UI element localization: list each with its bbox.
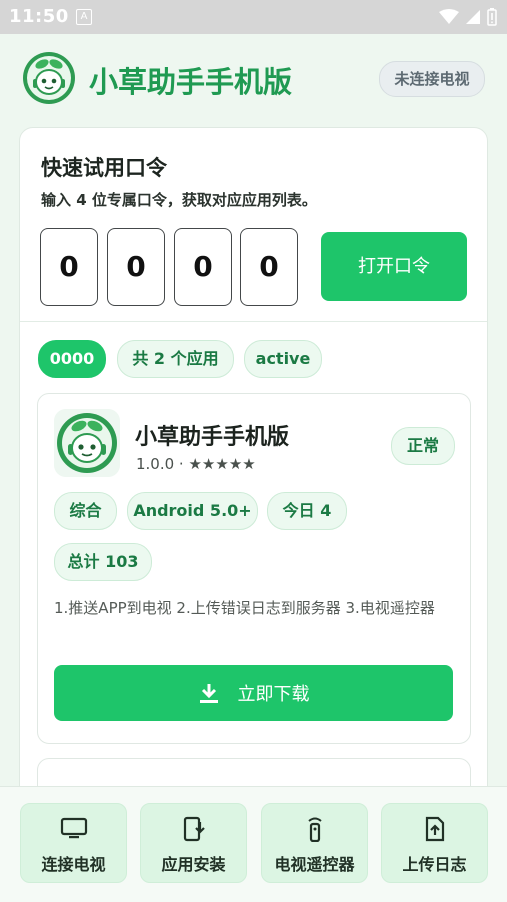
download-icon — [199, 684, 218, 703]
tv-icon — [60, 817, 87, 839]
app-count-chip: 共 2 个应用 — [117, 340, 234, 378]
battery-icon — [487, 8, 497, 26]
download-label: 立即下载 — [237, 684, 310, 705]
nav-label: 连接电视 — [41, 855, 106, 874]
total-count-tag: 总计 103 — [54, 543, 152, 581]
category-tag: 综合 — [54, 492, 117, 530]
android-version-tag: Android 5.0+ — [127, 492, 258, 530]
code-digit-2[interactable]: 0 — [107, 228, 165, 306]
signal-icon — [466, 10, 480, 24]
app-description: 1.推送APP到电视 2.上传错误日志到服务器 3.电视遥控器 — [54, 599, 435, 617]
notification-icon: A — [76, 9, 92, 25]
code-digit-4[interactable]: 0 — [240, 228, 298, 306]
today-count-tag: 今日 4 — [267, 492, 347, 530]
bottom-nav: 连接电视 应用安装 电视遥控器 上传日志 — [0, 786, 507, 902]
trial-subtitle: 输入 4 位专属口令，获取对应应用列表。 — [41, 191, 317, 209]
app-version-rating: 1.0.0 · ★★★★★ — [136, 455, 256, 473]
nav-label: 上传日志 — [402, 855, 467, 874]
nav-connect-tv[interactable]: 连接电视 — [20, 803, 127, 883]
main-card: 快速试用口令 输入 4 位专属口令，获取对应应用列表。 0 0 0 0 打开口令… — [19, 127, 488, 809]
trial-title: 快速试用口令 — [41, 156, 167, 180]
app-title: 小草助手手机版 — [89, 65, 293, 99]
download-button[interactable]: 立即下载 — [54, 665, 453, 721]
status-icons — [439, 8, 497, 26]
app-icon — [54, 409, 120, 477]
code-digit-3[interactable]: 0 — [174, 228, 232, 306]
nav-label: 电视遥控器 — [274, 855, 355, 874]
nav-label: 应用安装 — [161, 855, 226, 874]
state-chip: active — [244, 340, 322, 378]
nav-tv-remote[interactable]: 电视遥控器 — [261, 803, 368, 883]
status-time: 11:50 — [9, 6, 69, 27]
nav-install-app[interactable]: 应用安装 — [140, 803, 247, 883]
app-list-item[interactable]: 小草助手手机版 1.0.0 · ★★★★★ 正常 综合 Android 5.0+… — [37, 393, 471, 744]
app-name: 小草助手手机版 — [135, 425, 290, 450]
code-chip: 0000 — [38, 340, 106, 378]
divider — [20, 321, 487, 322]
open-code-button[interactable]: 打开口令 — [321, 232, 467, 301]
phone-download-icon — [183, 816, 205, 842]
app-header: 小草助手手机版 未连接电视 — [0, 34, 507, 120]
remote-icon — [307, 817, 322, 842]
connection-status-badge[interactable]: 未连接电视 — [379, 61, 485, 97]
status-bar: 11:50 A — [0, 0, 507, 34]
wifi-icon — [439, 9, 459, 24]
code-digit-1[interactable]: 0 — [40, 228, 98, 306]
nav-upload-log[interactable]: 上传日志 — [381, 803, 488, 883]
upload-file-icon — [425, 816, 444, 842]
app-status-badge: 正常 — [391, 427, 455, 465]
app-logo-icon — [23, 52, 75, 104]
